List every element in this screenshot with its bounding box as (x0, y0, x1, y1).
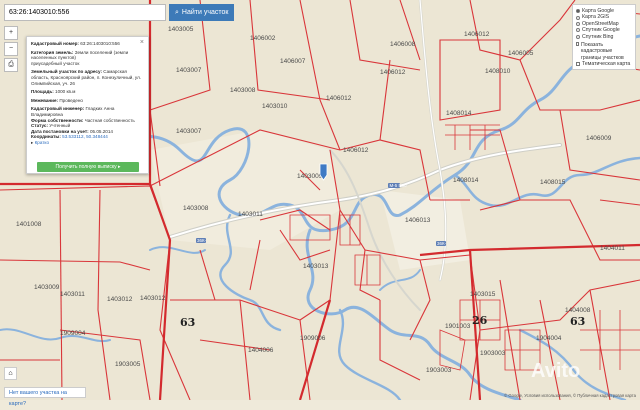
svg-text:36К-: 36К- (197, 238, 207, 243)
missing-plot-link[interactable]: Нет вашего участка на карте? (4, 387, 86, 407)
radio-icon (576, 15, 580, 20)
map-toolbar: + − ⎙ (4, 26, 18, 74)
checkbox-icon (576, 62, 580, 67)
coords-link[interactable]: 53.533112, 50.348444 (62, 134, 108, 139)
parcel-label: 1909004 (60, 330, 86, 337)
parcel-label: 1403015 (470, 291, 496, 298)
parcel-label: 1408010 (485, 68, 511, 75)
parcel-label: 1406008 (390, 41, 416, 48)
parcel-label: 1406012 (326, 95, 352, 102)
cad-value: 63:26:1403010:556 (80, 41, 120, 46)
parcel-label: 1909006 (300, 335, 326, 342)
parcel-label: 1903005 (115, 361, 141, 368)
get-extract-button[interactable]: Получить полную выписку ▸ (37, 162, 139, 172)
engineer-label: Кадастровый инженер: (31, 106, 85, 112)
parcel-label: 1403010 (262, 103, 288, 110)
map-attribution: © Google, Условия использования, © Публи… (504, 393, 636, 398)
parcel-label: 1403007 (176, 128, 202, 135)
zoom-out-button[interactable]: − (4, 42, 18, 56)
radio-icon (576, 9, 580, 14)
parcel-label: 1404006 (248, 347, 274, 354)
layer-switcher: Карта Google Карта 2GIS OpenStreetMap Спутн… (572, 4, 636, 70)
parcel-label: 1403005 (168, 26, 194, 33)
area-label: Площадь: (31, 89, 54, 95)
search-input[interactable] (4, 4, 166, 21)
check-label: Показать кадастровые границы участков (581, 42, 624, 61)
cad-label: Кадастровый номер: (31, 41, 79, 46)
plot-info-card: × Кадастровый номер: 63:26:1403010:556 К… (26, 36, 149, 174)
parcel-label: 1408014 (446, 110, 472, 117)
parcel-label: 1403008 (183, 205, 209, 212)
layer-check-cadastral[interactable]: Показать кадастровые границы участков (576, 42, 632, 61)
layer-check-thematic[interactable]: Тематическая карта (576, 61, 632, 67)
parcel-label: 1403012 (107, 296, 133, 303)
parcel-label: 1406005 (508, 50, 534, 57)
category-label: Категория земель: (31, 49, 74, 55)
watermark: Avito (531, 360, 581, 382)
find-plot-button[interactable]: ⌕ Найти участок (169, 4, 235, 21)
parcel-label: 1403007 (176, 67, 202, 74)
parcel-label: 1406013 (405, 217, 431, 224)
parcel-label: 1408014 (453, 177, 479, 184)
parcel-label: 1406012 (464, 31, 490, 38)
region-number: 26 (472, 314, 488, 327)
survey-value: Проведено (59, 97, 83, 103)
parcel-label: 1408015 (540, 179, 566, 186)
find-plot-label: Найти участок (181, 9, 229, 16)
zoom-in-button[interactable]: + (4, 26, 18, 40)
parcel-label: 1403008 (230, 87, 256, 94)
coords-label: Координаты: (31, 134, 61, 140)
layer-option[interactable]: Спутник Bing (576, 34, 632, 40)
ownership-label: Форма собственности: (31, 117, 84, 123)
get-extract-label: Получить полную выписку (55, 164, 117, 170)
home-icon[interactable]: ⌂ (4, 367, 17, 380)
parcel-label: 1404011 (600, 245, 625, 252)
print-icon[interactable]: ⎙ (4, 58, 18, 72)
status-label: Статус: (31, 123, 49, 129)
date-value: 05.05.2014 (89, 128, 113, 134)
parcel-label: 1403009 (34, 284, 60, 291)
parcel-label: 1406009 (586, 135, 612, 142)
parcel-label: 1403013 (303, 263, 329, 270)
brief-link[interactable]: Кратко (35, 140, 49, 145)
close-icon[interactable]: × (140, 39, 144, 46)
parcel-label: 1406002 (250, 35, 276, 42)
svg-text:36К-: 36К- (437, 241, 447, 246)
layer-option-label: Спутник Bing (582, 33, 614, 40)
parcel-label: 1403009 (297, 173, 323, 180)
search-icon: ⌕ (175, 8, 179, 16)
radio-icon (576, 22, 580, 27)
radio-icon (576, 34, 580, 39)
ownership-value: Частная собственность (84, 117, 135, 123)
status-value: Учтенный (49, 123, 71, 129)
address-label: Земельный участок по адресу: (31, 69, 102, 75)
parcel-label: 1901003 (445, 323, 471, 330)
parcel-label: 1406012 (380, 69, 406, 76)
parcel-label: 1401008 (16, 221, 42, 228)
parcel-label: 1404008 (565, 307, 591, 314)
parcel-label: 1403012 (140, 295, 166, 302)
check-label: Тематическая карта (582, 61, 631, 68)
missing-plot-label: Нет вашего участка на карте? (9, 390, 67, 407)
parcel-label: 1403011 (60, 291, 85, 298)
radio-icon (576, 28, 580, 33)
survey-label: Межевание: (31, 97, 59, 103)
parcel-label: 1406012 (343, 147, 369, 154)
checkbox-icon (576, 42, 580, 47)
svg-text:М-5 E30: М-5 E30 (390, 183, 408, 188)
parcel-label: 1904004 (536, 335, 562, 342)
use-value: приусадебный участок (31, 60, 80, 66)
parcel-label: 1406007 (280, 58, 306, 65)
parcel-label: 1903003 (426, 367, 452, 374)
parcel-label: 1903003 (480, 350, 506, 357)
date-label: Дата постановки на учет: (31, 128, 89, 134)
area-value: 1000 кв.м (55, 89, 76, 95)
parcel-label: 1403011 (238, 211, 263, 218)
region-number: 63 (570, 315, 585, 328)
region-number: 63 (180, 316, 195, 329)
